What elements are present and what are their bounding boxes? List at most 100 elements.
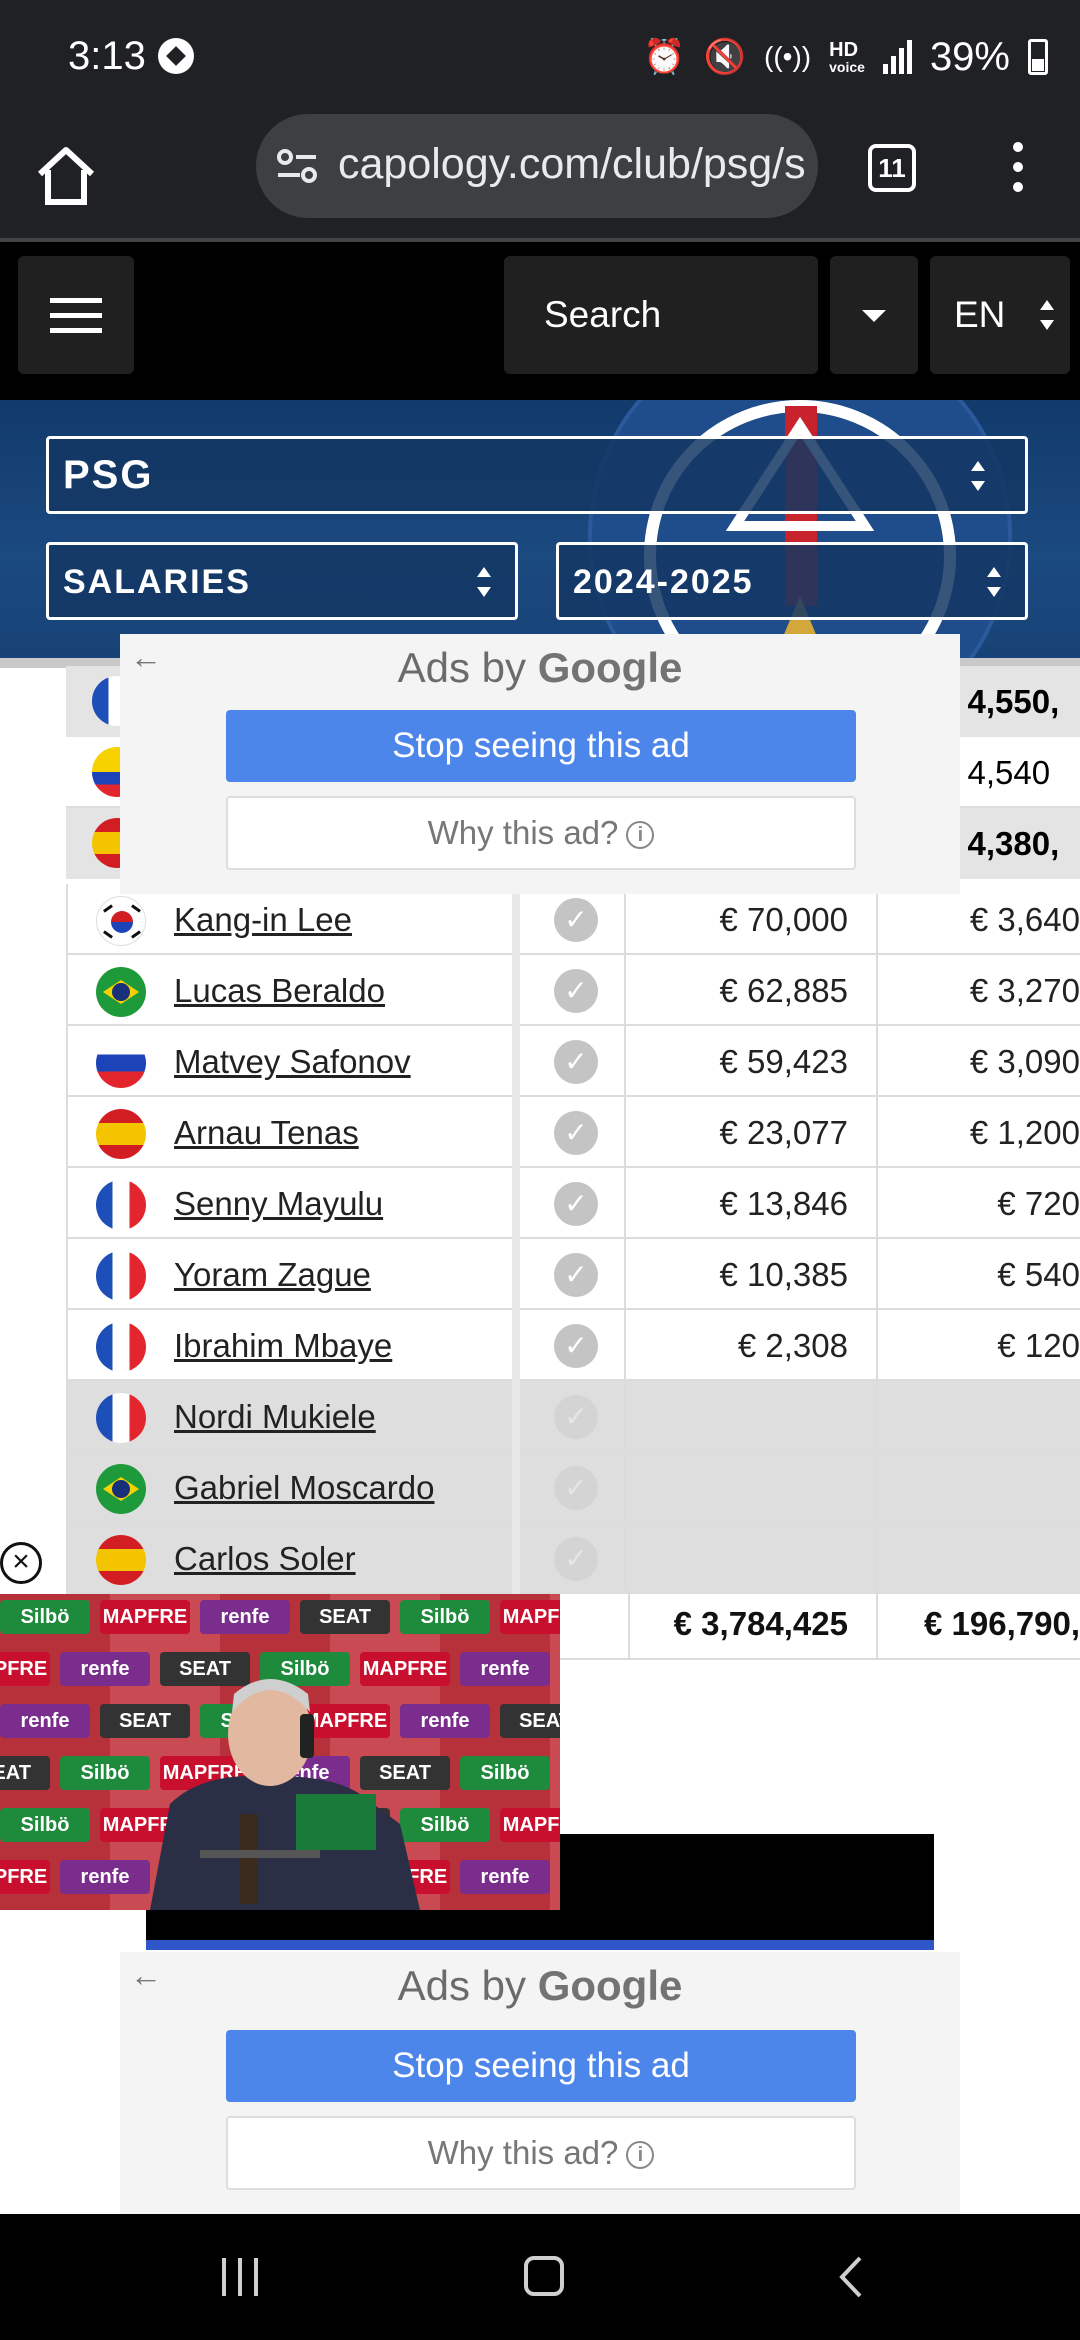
annual-salary: € 59,423 bbox=[628, 1026, 878, 1097]
flag-icon bbox=[96, 1251, 146, 1301]
ad-panel-top: ← Ads by Google Stop seeing this ad Why … bbox=[120, 634, 960, 894]
player-name-link[interactable]: Senny Mayulu bbox=[174, 1168, 383, 1239]
player-cell: Carlos Soler bbox=[66, 1523, 512, 1594]
weekly-salary: € 540 bbox=[997, 1256, 1080, 1293]
player-name-link[interactable]: Gabriel Moscardo bbox=[174, 1452, 434, 1523]
soccer-notification-icon bbox=[158, 38, 194, 74]
home-button[interactable] bbox=[30, 140, 102, 212]
table-row: Arnau Tenas ✓ € 23,077 € 1,200 bbox=[66, 1097, 1080, 1168]
language-label: EN bbox=[954, 294, 1006, 335]
close-icon[interactable]: × bbox=[0, 1542, 42, 1584]
player-name-link[interactable]: Ibrahim Mbaye bbox=[174, 1310, 392, 1381]
weekly-salary: € 4,550, bbox=[940, 683, 1060, 720]
check-icon: ✓ bbox=[554, 969, 598, 1013]
club-banner: PSG SALARIES 2024-2025 bbox=[0, 400, 1080, 662]
system-home-button[interactable] bbox=[524, 2256, 564, 2296]
player-cell: Ibrahim Mbaye bbox=[66, 1310, 512, 1381]
check-icon: ✓ bbox=[554, 898, 598, 942]
weekly-salary: € 3,640 bbox=[969, 901, 1080, 938]
hd-voice-icon: HD voice bbox=[829, 40, 865, 74]
select-arrows-icon bbox=[987, 567, 1001, 597]
hamburger-menu-button[interactable] bbox=[18, 256, 134, 374]
flag-icon bbox=[96, 967, 146, 1017]
stop-seeing-ad-button[interactable]: Stop seeing this ad bbox=[226, 710, 856, 782]
weekly-salary bbox=[880, 1523, 1080, 1594]
status-cell: ✓ bbox=[520, 1097, 626, 1168]
url-field[interactable]: capology.com/club/psg/s bbox=[256, 114, 818, 218]
column-separator bbox=[512, 1310, 520, 1381]
flag-icon bbox=[96, 1109, 146, 1159]
player-cell: Kang-in Lee bbox=[66, 884, 512, 955]
ad-title-prefix: Ads by bbox=[397, 1962, 527, 2009]
back-icon[interactable] bbox=[836, 2254, 866, 2300]
check-icon: ✓ bbox=[554, 1395, 598, 1439]
ad-title: Ads by Google bbox=[120, 644, 960, 692]
annual-salary: € 62,885 bbox=[628, 955, 878, 1026]
player-name-link[interactable]: Kang-in Lee bbox=[174, 884, 352, 955]
table-row: Yoram Zague ✓ € 10,385 € 540 bbox=[66, 1239, 1080, 1310]
status-bar: 3:13 ⏰ 🔇 ((•)) HD voice 39% bbox=[0, 0, 1080, 114]
stop-seeing-ad-button[interactable]: Stop seeing this ad bbox=[226, 2030, 856, 2102]
video-player[interactable]: SilböMAPFRErenfeSEATSilböMAPFREMAPFREren… bbox=[0, 1594, 560, 1910]
voice-label: voice bbox=[829, 59, 865, 75]
check-icon: ✓ bbox=[554, 1324, 598, 1368]
flag-icon bbox=[96, 896, 146, 946]
signal-icon bbox=[882, 40, 912, 74]
player-name-link[interactable]: Matvey Safonov bbox=[174, 1026, 411, 1097]
player-name-link[interactable]: Arnau Tenas bbox=[174, 1097, 359, 1168]
why-this-ad-button[interactable]: Why this ad? i bbox=[226, 2116, 856, 2190]
language-select[interactable]: EN bbox=[930, 256, 1070, 374]
recents-button[interactable] bbox=[222, 2258, 262, 2296]
why-this-ad-button[interactable]: Why this ad? i bbox=[226, 796, 856, 870]
status-cell: ✓ bbox=[520, 955, 626, 1026]
home-icon bbox=[37, 147, 95, 205]
check-icon: ✓ bbox=[554, 1111, 598, 1155]
alarm-icon: ⏰ bbox=[643, 38, 686, 76]
club-select-value: PSG bbox=[63, 453, 154, 497]
annual-salary bbox=[628, 1381, 878, 1452]
status-cell: ✓ bbox=[520, 1168, 626, 1239]
weekly-salary: € 3,090 bbox=[969, 1043, 1080, 1080]
season-select[interactable]: 2024-2025 bbox=[556, 542, 1028, 620]
player-name-link[interactable]: Lucas Beraldo bbox=[174, 955, 385, 1026]
site-header: Search EN bbox=[0, 242, 1080, 400]
annual-salary: € 13,846 bbox=[628, 1168, 878, 1239]
status-cell: ✓ bbox=[520, 1026, 626, 1097]
weekly-salary: € 1,200 bbox=[969, 1114, 1080, 1151]
player-name-link[interactable]: Yoram Zague bbox=[174, 1239, 371, 1310]
url-text[interactable]: capology.com/club/psg/s bbox=[338, 140, 808, 189]
search-button[interactable]: Search bbox=[504, 256, 818, 374]
player-name-link[interactable]: Carlos Soler bbox=[174, 1523, 356, 1594]
flag-icon bbox=[96, 1464, 146, 1514]
ad-panel-bottom: ← Ads by Google Stop seeing this ad Why … bbox=[120, 1952, 960, 2214]
column-separator bbox=[512, 1452, 520, 1523]
table-row: Lucas Beraldo ✓ € 62,885 € 3,270 bbox=[66, 955, 1080, 1026]
view-select[interactable]: SALARIES bbox=[46, 542, 518, 620]
column-separator bbox=[512, 884, 520, 955]
player-cell: Yoram Zague bbox=[66, 1239, 512, 1310]
column-separator bbox=[512, 1239, 520, 1310]
column-separator bbox=[512, 1097, 520, 1168]
ad-title-prefix: Ads by bbox=[397, 644, 527, 691]
table-row: Senny Mayulu ✓ € 13,846 € 720 bbox=[66, 1168, 1080, 1239]
ad-title-brand: Google bbox=[537, 1962, 683, 2009]
player-cell: Matvey Safonov bbox=[66, 1026, 512, 1097]
more-vert-icon[interactable] bbox=[1000, 142, 1036, 198]
mute-icon: 🔇 bbox=[703, 38, 747, 76]
hd-label: HD bbox=[829, 39, 859, 61]
player-cell: Lucas Beraldo bbox=[66, 955, 512, 1026]
column-separator bbox=[512, 955, 520, 1026]
weekly-salary: € 4,540 bbox=[940, 754, 1051, 791]
search-dropdown-button[interactable] bbox=[830, 256, 918, 374]
battery-icon bbox=[1028, 39, 1048, 75]
annual-salary: € 70,000 bbox=[628, 884, 878, 955]
tab-switcher-button[interactable]: 11 bbox=[868, 144, 916, 192]
player-name-link[interactable]: Nordi Mukiele bbox=[174, 1381, 376, 1452]
select-arrows-icon bbox=[971, 461, 985, 491]
club-select[interactable]: PSG bbox=[46, 436, 1028, 514]
battery-percent: 39% bbox=[929, 34, 1010, 79]
check-icon: ✓ bbox=[554, 1253, 598, 1297]
annual-salary: € 10,385 bbox=[628, 1239, 878, 1310]
tune-icon[interactable] bbox=[276, 148, 318, 184]
flag-icon bbox=[96, 1535, 146, 1585]
